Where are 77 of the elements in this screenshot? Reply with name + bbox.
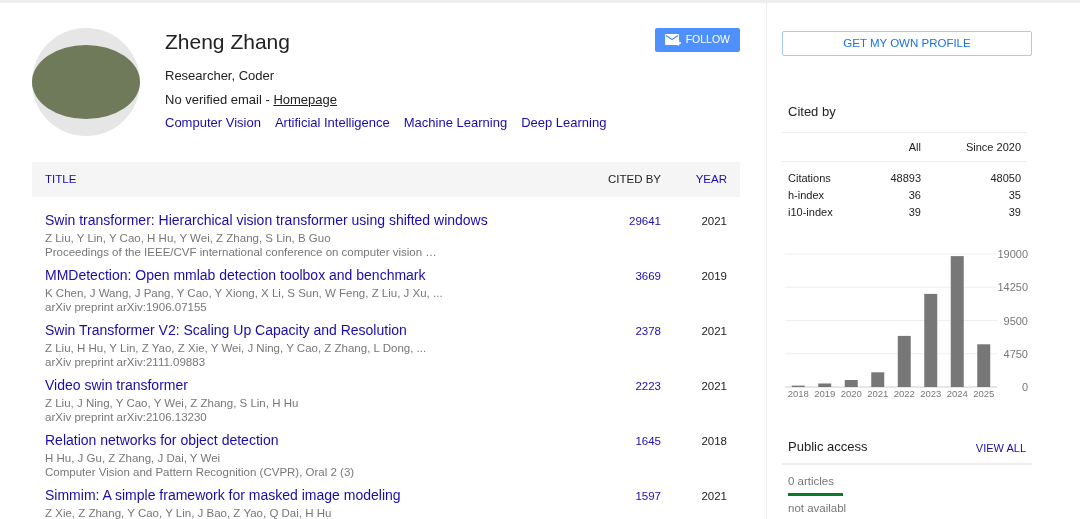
homepage-link[interactable]: Homepage bbox=[273, 89, 337, 109]
authors-text: Z Liu, H Hu, Y Lin, Z Yao, Z Xie, Y Wei, J Ning, Y Cao, Z Zhang, L Dong, ... bbox=[45, 340, 428, 355]
year-text: 2019 bbox=[701, 270, 727, 282]
x-axis-label: 2021 bbox=[867, 388, 889, 399]
metric-label: Citations bbox=[788, 171, 832, 186]
year-text: 2018 bbox=[701, 435, 727, 447]
citation-bar bbox=[844, 380, 858, 387]
authors-text: K Chen, J Wang, J Pang, Y Cao, Y Xiong, X Li, S Sun, W Feng, Z Liu, J Xu, ... bbox=[45, 285, 444, 300]
x-axis-label: 2022 bbox=[893, 388, 915, 399]
year-text: 2021 bbox=[701, 325, 727, 337]
y-axis-label: 9500 bbox=[1003, 314, 1028, 327]
x-axis-label: 2025 bbox=[973, 388, 995, 399]
profile-name: Zheng Zhang bbox=[165, 31, 291, 52]
venue-text: arXiv preprint arXiv:2106.13230 bbox=[45, 409, 208, 424]
metric-value: 39 bbox=[907, 205, 921, 220]
email-status-text: No verified email - bbox=[165, 90, 271, 109]
x-axis-label: 2023 bbox=[920, 388, 942, 399]
x-axis-label: 2020 bbox=[840, 388, 862, 399]
venue-text: Computer Vision and Pattern Recognition (CVPR), Oral 2 (3) bbox=[45, 464, 356, 479]
column-header[interactable]: TITLE bbox=[45, 170, 581, 189]
cited-by-heading: Cited by bbox=[788, 103, 837, 121]
public-access-heading: Public access bbox=[788, 438, 869, 456]
stats-column-header: Since 2020 bbox=[964, 139, 1021, 155]
citation-count-link[interactable]: 2223 bbox=[635, 380, 661, 392]
article-title-link[interactable]: Relation networks for object detection bbox=[45, 432, 279, 448]
citation-count-link[interactable]: 3669 bbox=[635, 270, 661, 282]
metric-value: 39 bbox=[1007, 205, 1021, 220]
venue-text: Proceedings of the IEEE/CVF international conference on computer vision … bbox=[45, 244, 438, 259]
stats-column-header: All bbox=[907, 139, 921, 155]
affiliation-text: Researcher, Coder bbox=[165, 67, 276, 85]
x-axis-label: 2018 bbox=[787, 388, 809, 399]
authors-text: H Hu, J Gu, Z Zhang, J Dai, Y Wei bbox=[45, 450, 222, 465]
metric-label: h-index bbox=[788, 188, 826, 203]
article-title-link[interactable]: MMDetection: Open mmlab detection toolbox and benchmark bbox=[45, 267, 426, 283]
authors-text: Z Liu, J Ning, Y Cao, Y Wei, Z Zhang, S Lin, H Hu bbox=[45, 395, 300, 410]
x-axis-label: 2024 bbox=[946, 388, 968, 399]
metric-value: 48050 bbox=[989, 171, 1021, 186]
x-axis-label: 2019 bbox=[814, 388, 836, 399]
column-header[interactable]: YEAR bbox=[661, 170, 727, 189]
metric-value: 48893 bbox=[889, 171, 921, 186]
citation-count-link[interactable]: 1597 bbox=[635, 490, 661, 502]
article-title-link[interactable]: Video swin transformer bbox=[45, 377, 188, 393]
interest-link[interactable]: Deep Learning bbox=[521, 113, 607, 133]
year-text: 2021 bbox=[701, 490, 727, 502]
citation-bar bbox=[897, 335, 911, 387]
mail-icon bbox=[664, 33, 681, 47]
interest-link[interactable]: Artificial Intelligence bbox=[274, 113, 390, 133]
y-axis-label: 4750 bbox=[1003, 347, 1028, 360]
get-profile-button[interactable]: GET MY OWN PROFILE bbox=[782, 31, 1032, 56]
column-header: CITED BY bbox=[606, 171, 661, 187]
venue-text: arXiv preprint arXiv:2111.09883 bbox=[45, 354, 207, 369]
citation-bar bbox=[977, 344, 991, 387]
citation-count-link[interactable]: 29641 bbox=[629, 215, 661, 227]
y-axis-label: 0 bbox=[1021, 381, 1028, 393]
article-title-link[interactable]: Swin Transformer V2: Scaling Up Capacity and Resolution bbox=[45, 322, 407, 338]
citation-count-link[interactable]: 2378 bbox=[635, 325, 661, 337]
interest-link[interactable]: Computer Vision bbox=[165, 113, 261, 133]
metric-value: 35 bbox=[1007, 188, 1021, 203]
venue-text: arXiv preprint arXiv:1906.07155 bbox=[45, 299, 208, 314]
year-text: 2021 bbox=[701, 215, 727, 227]
not-available-text: not availabl bbox=[787, 500, 848, 515]
y-axis-label: 19000 bbox=[997, 248, 1028, 260]
availability-bar bbox=[788, 492, 843, 496]
view-all-link[interactable]: VIEW ALL bbox=[975, 440, 1026, 457]
article-title-link[interactable]: Simmim: A simple framework for masked image modeling bbox=[45, 487, 401, 503]
citation-count-link[interactable]: 1645 bbox=[635, 435, 661, 447]
authors-text: Z Xie, Z Zhang, Y Cao, Y Lin, J Bao, Z Yao, Q Dai, H Hu bbox=[45, 505, 333, 519]
metric-value: 36 bbox=[907, 188, 921, 203]
citation-bar bbox=[871, 372, 885, 387]
citation-bar bbox=[818, 383, 832, 387]
article-title-link[interactable]: Swin transformer: Hierarchical vision transformer using shifted windows bbox=[45, 212, 488, 228]
metric-label: i10-index bbox=[788, 205, 834, 220]
y-axis-label: 14250 bbox=[997, 281, 1028, 294]
authors-text: Z Liu, Y Lin, Y Cao, H Hu, Y Wei, Z Zhang, S Lin, B Guo bbox=[45, 230, 332, 245]
year-text: 2021 bbox=[701, 380, 727, 392]
available-count-text: 0 articles bbox=[787, 473, 836, 489]
interest-link[interactable]: Machine Learning bbox=[403, 113, 508, 133]
